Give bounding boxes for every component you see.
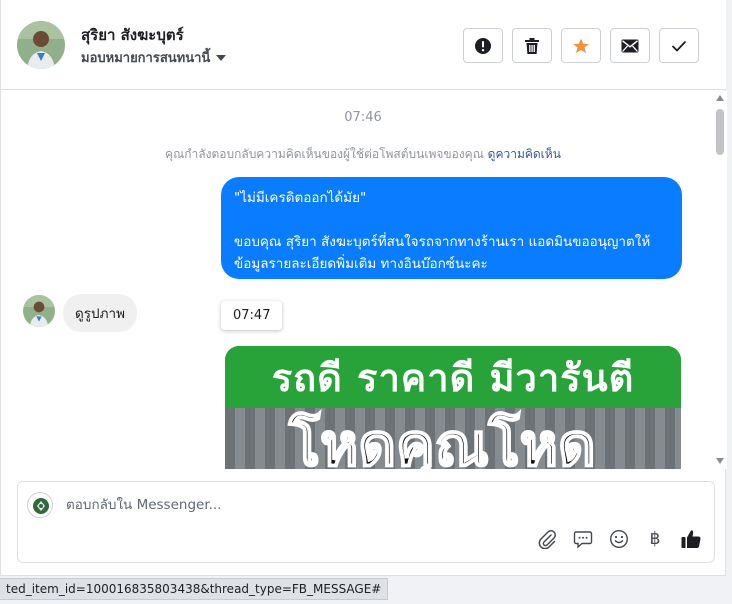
payment-button[interactable]: ฿ — [644, 528, 666, 550]
page-avatar — [27, 492, 53, 518]
smiley-icon — [609, 529, 629, 549]
reply-input[interactable] — [66, 494, 686, 516]
conversation-panel: สุริยา สังฆะบุตร์ มอบหมายการสนทนานี้ 07:… — [0, 0, 727, 576]
exclamation-circle-icon — [475, 37, 491, 54]
outgoing-quoted-comment: "ไม่มีเครดิตออกได้มัย" — [234, 190, 367, 206]
mark-unread-button[interactable] — [610, 28, 650, 63]
like-button[interactable] — [680, 528, 702, 550]
timestamp-tooltip: 07:47 — [221, 301, 283, 330]
saved-replies-button[interactable] — [572, 528, 594, 550]
star-button[interactable] — [561, 28, 601, 63]
thumbs-up-icon — [681, 530, 701, 549]
report-spam-button[interactable] — [463, 28, 503, 63]
message-composer: ฿ — [17, 481, 715, 563]
star-icon — [573, 38, 589, 53]
outgoing-reply-text: ขอบคุณ สุริยา สังฆะบุตร์ที่สนใจรถจากทางร… — [234, 234, 651, 272]
mark-done-button[interactable] — [659, 28, 699, 63]
attach-file-button[interactable] — [536, 528, 558, 550]
sender-avatar[interactable] — [23, 295, 55, 327]
browser-status-bar: ted_item_id=100016835803438&thread_type=… — [0, 578, 389, 600]
contact-avatar[interactable] — [17, 21, 65, 69]
incoming-message-bubble: ดูรูปภาพ — [63, 294, 137, 332]
image-banner-text: รถดี ราคาดี มีวารันตี — [225, 346, 681, 408]
conversation-header: สุริยา สังฆะบุตร์ มอบหมายการสนทนานี้ — [1, 0, 726, 90]
caret-down-icon — [216, 54, 227, 61]
checkmark-icon — [671, 40, 687, 52]
composer-tools: ฿ — [536, 528, 702, 550]
view-comment-link[interactable]: ดูความคิดเห็น — [488, 147, 561, 161]
speech-bubble-icon — [573, 531, 593, 549]
message-timestamp: 07:46 — [344, 110, 382, 125]
scrollbar-thumb[interactable] — [716, 109, 724, 155]
thread-scrollbar[interactable] — [713, 91, 727, 469]
assign-conversation-label: มอบหมายการสนทนานี้ — [81, 51, 211, 66]
outgoing-message-bubble: "ไม่มีเครดิตออกได้มัย" ขอบคุณ สุริยา สัง… — [221, 177, 682, 279]
scroll-up-arrow-icon[interactable] — [716, 95, 724, 101]
assign-conversation-dropdown[interactable]: มอบหมายการสนทนานี้ — [81, 47, 227, 68]
envelope-icon — [621, 39, 639, 52]
image-overlay-text: โหดคุณโหด — [288, 411, 597, 469]
image-attachment[interactable]: รถดี ราคาดี มีวารันตี โหดคุณโหด — [225, 346, 681, 469]
paperclip-icon — [538, 530, 556, 549]
comment-reply-notice: คุณกำลังตอบกลับความคิดเห็นของผู้ใช้ต่อโพ… — [1, 145, 713, 164]
delete-button[interactable] — [512, 28, 552, 63]
trash-icon — [525, 37, 539, 54]
emoji-button[interactable] — [608, 528, 630, 550]
scroll-down-arrow-icon[interactable] — [716, 458, 724, 464]
baht-icon: ฿ — [649, 529, 661, 549]
message-thread: 07:46 คุณกำลังตอบกลับความคิดเห็นของผู้ใช… — [1, 91, 713, 469]
header-actions — [463, 28, 699, 63]
contact-name[interactable]: สุริยา สังฆะบุตร์ — [81, 23, 184, 47]
comment-reply-notice-text: คุณกำลังตอบกลับความคิดเห็นของผู้ใช้ต่อโพ… — [165, 147, 484, 161]
